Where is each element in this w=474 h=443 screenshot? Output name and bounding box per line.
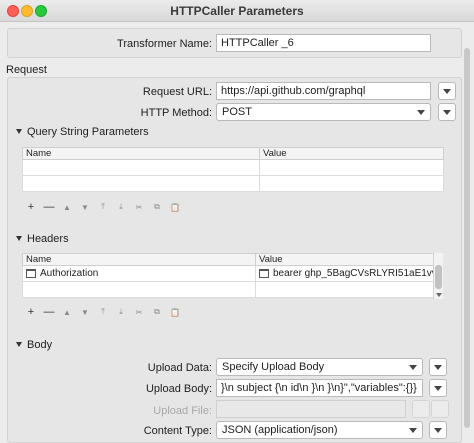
- table-header-row: Name Value: [22, 253, 435, 266]
- table-cell[interactable]: [22, 281, 256, 298]
- remove-row-button[interactable]: —: [40, 200, 58, 214]
- text-editor-icon[interactable]: [259, 268, 269, 278]
- upload-data-select[interactable]: Specify Upload Body: [216, 358, 423, 376]
- headers-toolbar: + — ▲ ▼ ⤒ ⤓ ✂ ⧉ 📋: [22, 305, 184, 319]
- header-value-text: bearer ghp_5BagCVsRLYRI51aE1vvK...: [273, 268, 435, 279]
- upload-body-label: Upload Body:: [145, 383, 212, 395]
- window-title: HTTPCaller Parameters: [170, 4, 304, 18]
- move-up-button[interactable]: ▲: [58, 305, 76, 319]
- chevron-down-icon: [434, 365, 442, 370]
- move-up-button[interactable]: ▲: [58, 200, 76, 214]
- table-cell[interactable]: [259, 175, 444, 192]
- header-name-text: Authorization: [40, 268, 99, 279]
- column-header-name[interactable]: Name: [22, 253, 256, 266]
- collapse-triangle-icon: [16, 128, 22, 134]
- scrollbar-thumb[interactable]: [464, 48, 470, 428]
- paste-button[interactable]: 📋: [166, 200, 184, 214]
- move-top-button[interactable]: ⤒: [94, 305, 112, 319]
- http-method-value: POST: [222, 106, 252, 118]
- headers-group-header[interactable]: Headers: [16, 233, 69, 245]
- http-method-label: HTTP Method:: [140, 107, 212, 119]
- upload-body-menu-button[interactable]: [429, 379, 447, 397]
- table-cell[interactable]: Authorization: [22, 265, 256, 282]
- add-row-button[interactable]: +: [22, 305, 40, 319]
- move-top-button[interactable]: ⤒: [94, 200, 112, 214]
- headers-title: Headers: [27, 233, 69, 245]
- window-titlebar: HTTPCaller Parameters: [0, 0, 474, 22]
- move-bottom-button[interactable]: ⤓: [112, 200, 130, 214]
- content-type-value: JSON (application/json): [222, 424, 338, 436]
- transformer-name-input[interactable]: HTTPCaller _6: [216, 34, 431, 52]
- chevron-down-icon: [417, 110, 425, 115]
- content-type-select[interactable]: JSON (application/json): [216, 421, 423, 439]
- request-url-menu-button[interactable]: [438, 82, 456, 100]
- cut-button[interactable]: ✂: [130, 200, 148, 214]
- upload-file-menu-button: [431, 400, 449, 418]
- table-cell[interactable]: [22, 175, 260, 192]
- upload-file-browse-button: [412, 400, 430, 418]
- table-cell[interactable]: bearer ghp_5BagCVsRLYRI51aE1vvK...: [255, 265, 435, 282]
- table-cell[interactable]: [259, 159, 444, 176]
- headers-table-scrollbar[interactable]: [433, 253, 443, 299]
- add-row-button[interactable]: +: [22, 200, 40, 214]
- chevron-down-icon: [434, 428, 442, 433]
- scroll-down-arrow-icon[interactable]: [436, 293, 442, 297]
- upload-data-value: Specify Upload Body: [222, 361, 325, 373]
- move-down-button[interactable]: ▼: [76, 305, 94, 319]
- copy-button[interactable]: ⧉: [148, 200, 166, 214]
- move-bottom-button[interactable]: ⤓: [112, 305, 130, 319]
- body-title: Body: [27, 339, 53, 351]
- query-params-group-header[interactable]: Query String Parameters: [16, 126, 149, 138]
- move-down-button[interactable]: ▼: [76, 200, 94, 214]
- table-cell[interactable]: [255, 281, 435, 298]
- upload-file-input: [216, 400, 406, 418]
- query-params-title: Query String Parameters: [27, 126, 149, 138]
- content-type-menu-button[interactable]: [429, 421, 447, 439]
- column-header-name[interactable]: Name: [22, 147, 260, 160]
- query-params-toolbar: + — ▲ ▼ ⤒ ⤓ ✂ ⧉ 📋: [22, 200, 184, 214]
- column-header-value[interactable]: Value: [259, 147, 444, 160]
- http-method-menu-button[interactable]: [438, 103, 456, 121]
- table-row[interactable]: [22, 175, 444, 192]
- request-url-label: Request URL:: [142, 86, 212, 98]
- remove-row-button[interactable]: —: [40, 305, 58, 319]
- cut-button[interactable]: ✂: [130, 305, 148, 319]
- dialog-scrollbar[interactable]: [462, 28, 472, 438]
- chevron-down-icon: [409, 428, 417, 433]
- chevron-down-icon: [443, 89, 451, 94]
- table-header-row: Name Value: [22, 147, 444, 160]
- request-section-label: Request: [6, 64, 47, 76]
- copy-button[interactable]: ⧉: [148, 305, 166, 319]
- upload-data-menu-button[interactable]: [429, 358, 447, 376]
- chevron-down-icon: [409, 365, 417, 370]
- http-method-select[interactable]: POST: [216, 103, 431, 121]
- body-group-header[interactable]: Body: [16, 339, 52, 351]
- transformer-name-label: Transformer Name:: [117, 38, 212, 50]
- column-header-value[interactable]: Value: [255, 253, 435, 266]
- chevron-down-icon: [434, 386, 442, 391]
- table-cell[interactable]: [22, 159, 260, 176]
- table-row[interactable]: [22, 281, 435, 298]
- collapse-triangle-icon: [16, 341, 22, 347]
- request-url-input[interactable]: https://api.github.com/graphql: [216, 82, 431, 100]
- table-row[interactable]: [22, 159, 444, 176]
- collapse-triangle-icon: [16, 235, 22, 241]
- paste-button[interactable]: 📋: [166, 305, 184, 319]
- table-row[interactable]: Authorization bearer ghp_5BagCVsRLYRI51a…: [22, 265, 435, 282]
- query-params-table[interactable]: Name Value: [22, 147, 444, 192]
- upload-body-input[interactable]: }\n subject {\n id\n }\n }\n}","variable…: [216, 379, 423, 397]
- text-editor-icon[interactable]: [26, 268, 36, 278]
- headers-table[interactable]: Name Value Authorization bearer ghp_5Bag…: [22, 253, 435, 298]
- scrollbar-thumb[interactable]: [435, 265, 442, 289]
- content-type-label: Content Type:: [143, 425, 212, 437]
- upload-file-label: Upload File:: [153, 405, 212, 417]
- chevron-down-icon: [443, 110, 451, 115]
- upload-data-label: Upload Data:: [147, 362, 212, 374]
